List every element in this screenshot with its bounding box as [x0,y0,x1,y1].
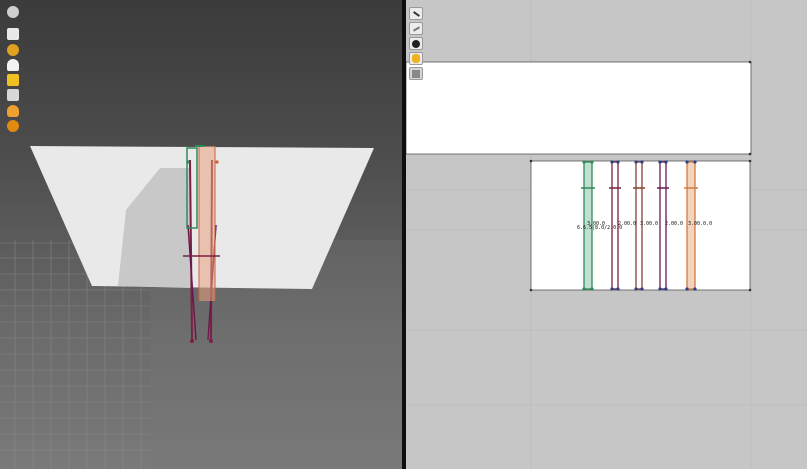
view-cube-icon[interactable] [7,6,19,18]
transform-icon[interactable] [409,22,423,35]
layers-icon[interactable] [409,67,423,80]
pattern-canvas: 6.6.5|8.0/2.0.0 3.00.0 2.00.0 3.00.0 2.0… [406,0,807,469]
dimension-label: 3.00.0 [587,221,605,227]
dimension-label: 2.00.0 [665,221,683,227]
pattern-panel-top[interactable] [406,61,752,155]
info-icon[interactable] [409,37,423,50]
shirt-icon[interactable] [7,28,19,40]
hand-icon[interactable] [409,52,423,65]
avatar-icon[interactable] [7,59,19,71]
3d-scene [0,145,402,469]
dimension-label: 3.00.0 [640,221,658,227]
2d-pattern-viewport[interactable]: 6.6.5|8.0/2.0.0 3.00.0 2.00.0 3.00.0 2.0… [406,0,807,469]
gear-icon[interactable] [7,120,19,132]
person-icon[interactable] [7,105,19,117]
select-arrow-icon[interactable] [409,7,423,20]
rotate-icon[interactable] [7,44,19,56]
dimension-label: 3.00.0.0 [688,221,712,227]
folder-icon[interactable] [7,74,19,86]
3d-viewport[interactable] [0,0,402,469]
dimension-label: 2.00.0 [618,221,636,227]
brush-icon[interactable] [7,89,19,101]
